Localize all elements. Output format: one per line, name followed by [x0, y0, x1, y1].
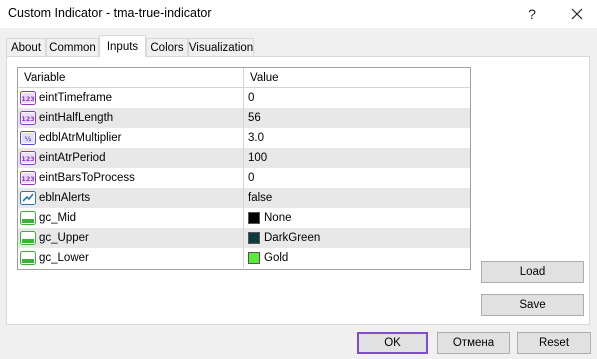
column-divider[interactable]: [243, 68, 244, 88]
variable-value[interactable]: false: [248, 188, 272, 208]
tab-visualization[interactable]: Visualization: [188, 38, 254, 57]
tab-inputs[interactable]: Inputs: [99, 35, 146, 57]
value-text: Gold: [264, 252, 289, 264]
variable-name: eblnAlerts: [39, 192, 91, 204]
value-text: 100: [248, 152, 268, 164]
variable-name: edblAtrMultiplier: [39, 132, 122, 144]
variable-name: gc_Lower: [39, 252, 89, 264]
title-bar: Custom Indicator - tma-true-indicator ?: [0, 0, 597, 28]
table-row[interactable]: gc_Mid None: [18, 208, 470, 228]
table-body: 123 eintTimeframe 0 123 eintHalfLength 56 ½ edb…: [18, 88, 470, 268]
variable-value[interactable]: 100: [248, 148, 267, 168]
int-icon: 123: [20, 110, 36, 126]
variable-name: gc_Upper: [39, 232, 89, 244]
table-row[interactable]: eblnAlerts false: [18, 188, 470, 208]
cell-divider: [243, 128, 244, 148]
save-button[interactable]: Save: [481, 294, 584, 316]
table-row[interactable]: gc_Lower Gold: [18, 248, 470, 268]
help-button[interactable]: ?: [512, 0, 552, 28]
int-icon: 123: [20, 150, 36, 166]
value-text: None: [264, 212, 292, 224]
table-row[interactable]: 123 eintAtrPeriod 100: [18, 148, 470, 168]
table-row[interactable]: 123 eintBarsToProcess 0: [18, 168, 470, 188]
color-icon: [20, 210, 36, 226]
variable-value[interactable]: 0: [248, 88, 254, 108]
table-row[interactable]: gc_Upper DarkGreen: [18, 228, 470, 248]
value-text: DarkGreen: [264, 232, 321, 244]
svg-text:123: 123: [21, 175, 35, 183]
variable-value[interactable]: 56: [248, 108, 261, 128]
svg-text:½: ½: [25, 135, 32, 143]
variable-value[interactable]: DarkGreen: [248, 228, 320, 248]
value-text: 0: [248, 92, 255, 104]
variable-value[interactable]: 3.0: [248, 128, 264, 148]
cell-divider: [243, 248, 244, 268]
inputs-panel: Variable Value 123 eintTimeframe 0 123 eintH…: [6, 56, 590, 325]
color-icon: [20, 250, 36, 266]
color-swatch: [248, 252, 260, 264]
cell-divider: [243, 148, 244, 168]
variable-value[interactable]: None: [248, 208, 292, 228]
help-icon: ?: [528, 6, 536, 22]
color-swatch: [248, 212, 260, 224]
int-icon: 123: [20, 170, 36, 186]
column-header-value[interactable]: Value: [250, 68, 279, 88]
tab-about[interactable]: About: [6, 38, 46, 57]
variable-value[interactable]: Gold: [248, 248, 288, 268]
table-row[interactable]: ½ edblAtrMultiplier 3.0: [18, 128, 470, 148]
table-row[interactable]: 123 eintHalfLength 56: [18, 108, 470, 128]
int-icon: 123: [20, 90, 36, 106]
cell-divider: [243, 108, 244, 128]
double-icon: ½: [20, 130, 36, 146]
ok-button[interactable]: OK: [357, 332, 428, 354]
table-row[interactable]: 123 eintTimeframe 0: [18, 88, 470, 108]
variable-name: eintBarsToProcess: [39, 172, 135, 184]
cell-divider: [243, 88, 244, 108]
value-text: 3.0: [248, 132, 264, 144]
value-text: 56: [248, 112, 261, 124]
inputs-table: Variable Value 123 eintTimeframe 0 123 eintH…: [17, 67, 471, 270]
cancel-button[interactable]: Отмена: [437, 332, 510, 354]
table-header: Variable Value: [18, 68, 470, 88]
cell-divider: [243, 168, 244, 188]
reset-button[interactable]: Reset: [517, 332, 591, 354]
load-button[interactable]: Load: [481, 261, 584, 283]
cell-divider: [243, 228, 244, 248]
window-title: Custom Indicator - tma-true-indicator: [8, 6, 212, 20]
value-text: 0: [248, 172, 255, 184]
close-icon: [571, 8, 583, 20]
close-button[interactable]: [557, 0, 597, 28]
color-icon: [20, 230, 36, 246]
color-swatch: [248, 232, 260, 244]
cell-divider: [243, 208, 244, 228]
cell-divider: [243, 188, 244, 208]
bool-icon: [20, 190, 36, 206]
tab-common[interactable]: Common: [46, 38, 99, 57]
variable-name: eintTimeframe: [39, 92, 113, 104]
column-header-variable[interactable]: Variable: [24, 68, 65, 88]
variable-name: gc_Mid: [39, 212, 77, 224]
variable-name: eintAtrPeriod: [39, 152, 106, 164]
svg-text:123: 123: [21, 95, 35, 103]
variable-value[interactable]: 0: [248, 168, 254, 188]
svg-text:123: 123: [21, 115, 35, 123]
tab-colors[interactable]: Colors: [146, 38, 188, 57]
svg-text:123: 123: [21, 155, 35, 163]
value-text: false: [248, 192, 273, 204]
variable-name: eintHalfLength: [39, 112, 114, 124]
